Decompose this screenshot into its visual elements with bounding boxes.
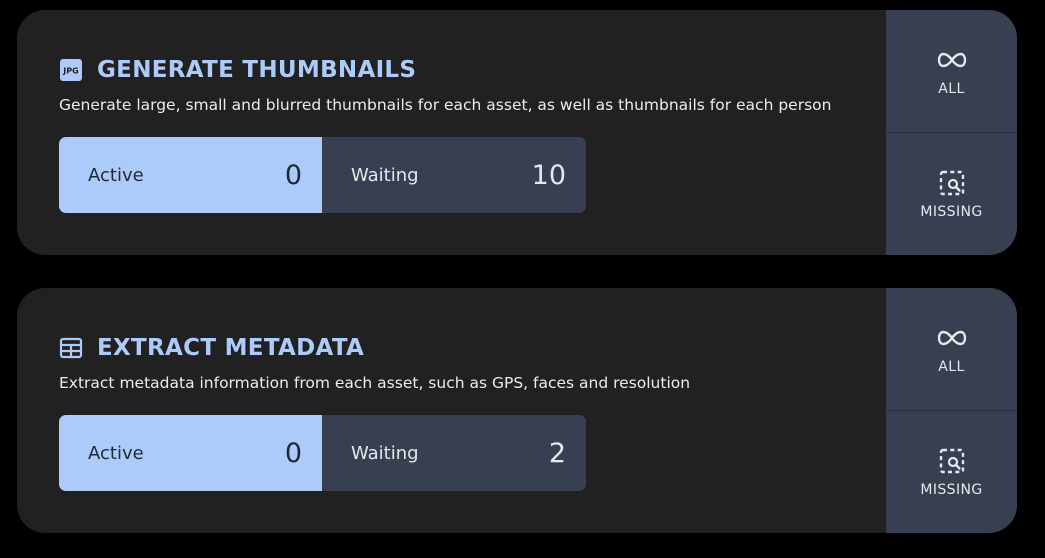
job-actions: ALL MISSING <box>886 10 1017 255</box>
job-card-generate-thumbnails: JPG GENERATE THUMBNAILS Generate large, … <box>17 10 1017 255</box>
job-title: GENERATE THUMBNAILS <box>97 57 417 83</box>
job-counters: Active 0 Waiting 10 <box>59 137 586 213</box>
job-description: Generate large, small and blurred thumbn… <box>59 96 832 114</box>
missing-search-icon <box>937 168 967 198</box>
infinity-icon <box>937 323 967 353</box>
active-counter: Active 0 <box>59 415 322 491</box>
svg-text:JPG: JPG <box>62 67 78 76</box>
job-actions: ALL MISSING <box>886 288 1017 533</box>
job-card-header: EXTRACT METADATA <box>59 332 364 364</box>
job-card-main: EXTRACT METADATA Extract metadata inform… <box>17 288 886 533</box>
run-all-button[interactable]: ALL <box>886 10 1017 132</box>
active-label: Active <box>88 164 144 186</box>
infinity-icon <box>937 45 967 75</box>
active-count: 0 <box>284 437 302 469</box>
job-card-header: JPG GENERATE THUMBNAILS <box>59 54 416 86</box>
active-label: Active <box>88 442 144 464</box>
active-counter: Active 0 <box>59 137 322 213</box>
waiting-counter: Waiting 2 <box>322 415 586 491</box>
jobs-page: JPG GENERATE THUMBNAILS Generate large, … <box>0 0 1045 558</box>
jpg-file-icon: JPG <box>59 58 83 82</box>
job-card-extract-metadata: EXTRACT METADATA Extract metadata inform… <box>17 288 1017 533</box>
job-title: EXTRACT METADATA <box>97 335 365 361</box>
job-description: Extract metadata information from each a… <box>59 374 691 392</box>
active-count: 0 <box>284 159 302 191</box>
job-card-main: JPG GENERATE THUMBNAILS Generate large, … <box>17 10 886 255</box>
waiting-count: 10 <box>531 159 566 191</box>
run-missing-button[interactable]: MISSING <box>886 410 1017 533</box>
waiting-count: 2 <box>548 437 566 469</box>
run-all-label: ALL <box>938 81 965 97</box>
waiting-label: Waiting <box>351 164 419 186</box>
missing-search-icon <box>937 446 967 476</box>
run-missing-label: MISSING <box>920 482 983 498</box>
table-icon <box>59 336 83 360</box>
run-all-button[interactable]: ALL <box>886 288 1017 410</box>
job-counters: Active 0 Waiting 2 <box>59 415 586 491</box>
run-missing-button[interactable]: MISSING <box>886 132 1017 255</box>
run-all-label: ALL <box>938 359 965 375</box>
waiting-counter: Waiting 10 <box>322 137 586 213</box>
waiting-label: Waiting <box>351 442 419 464</box>
run-missing-label: MISSING <box>920 204 983 220</box>
